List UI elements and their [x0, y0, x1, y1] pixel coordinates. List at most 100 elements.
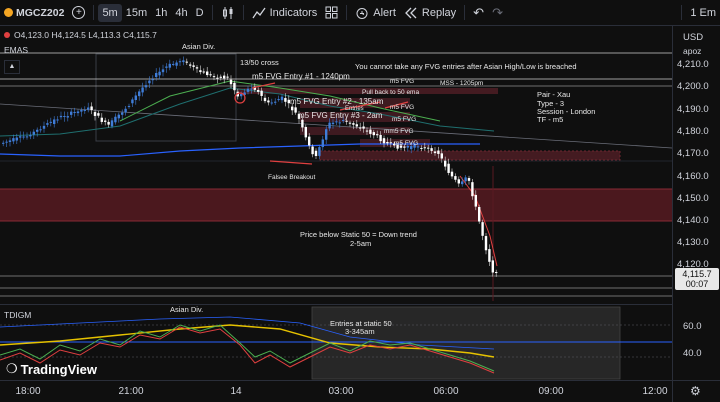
candle-body	[338, 122, 341, 124]
candle-body	[46, 123, 49, 125]
toolbar-divider	[93, 5, 95, 20]
timeframe-4h[interactable]: 4h	[171, 0, 191, 25]
ohlc-legend: O4,123.0 H4,124.5 L4,113.3 C4,115.7	[4, 30, 157, 40]
toolbar-divider	[211, 5, 213, 20]
price-tick: 4,200.0	[677, 81, 709, 92]
arrow-line	[269, 160, 313, 165]
candle-body	[195, 67, 199, 69]
candle-body	[158, 71, 161, 76]
candle-body	[365, 130, 369, 132]
candle-body	[134, 95, 137, 101]
candles-icon	[222, 6, 233, 19]
candle-body	[56, 119, 59, 121]
candle-body	[277, 99, 280, 101]
status-dot-icon	[4, 32, 10, 38]
replay-label: Replay	[421, 6, 457, 19]
emas-legend[interactable]: EMAS	[4, 45, 28, 55]
candle-body	[314, 150, 318, 157]
currency-label[interactable]: USD	[683, 32, 703, 43]
candle-body	[450, 171, 454, 177]
candle-body	[138, 91, 141, 97]
layout-button[interactable]	[321, 0, 342, 25]
chart-type-button[interactable]	[217, 0, 239, 25]
candle-body	[148, 80, 151, 84]
candle-body	[12, 138, 15, 142]
indicators-icon	[252, 7, 266, 18]
price-tick: 4,130.0	[677, 237, 709, 248]
annotation-m5fvg-e: m5 FVG	[394, 140, 419, 147]
indicators-button[interactable]: Indicators	[248, 0, 322, 25]
collapse-legend-button[interactable]: ▲	[4, 60, 20, 74]
annotation-asian-div: Asian Div.	[182, 42, 216, 51]
symbol-search[interactable]: MGCZ202	[0, 0, 68, 25]
candle-body	[87, 107, 90, 110]
annotation-pair: Pair - Xau	[537, 90, 571, 99]
annotation-warning: You cannot take any FVG entries after As…	[355, 62, 577, 71]
toolbar-divider	[464, 5, 466, 20]
fvg-box-5	[319, 150, 621, 161]
annotation-entry1: m5 FVG Entry #1 - 1240pm	[252, 72, 350, 81]
grid-icon	[325, 6, 338, 19]
tdigm-svg[interactable]	[0, 305, 672, 381]
toolbar-divider	[346, 5, 348, 20]
annotation-below50-time: 2-5am	[350, 239, 372, 248]
price-chart-pane[interactable]: EMAS ▲ O4,123.0 H4,124.5 L4,113.3 C4,115…	[0, 26, 672, 301]
timeframe-1h[interactable]: 1h	[151, 0, 171, 25]
settings-corner[interactable]: ⚙	[672, 380, 720, 402]
bar-countdown: 00:07	[685, 279, 709, 289]
last-price-badge: 4,115.7 00:07	[675, 268, 719, 290]
alert-button[interactable]: Alert	[351, 0, 400, 25]
layout-name-button[interactable]: 1 Em	[686, 0, 720, 25]
candle-body	[484, 236, 488, 251]
candle-body	[444, 160, 447, 167]
timeframe-label: D	[195, 6, 204, 19]
tdigm-legend[interactable]: TDIGM	[4, 310, 31, 320]
candle-body	[280, 96, 284, 101]
timeframe-d[interactable]: D	[192, 0, 208, 25]
candle-body	[481, 222, 484, 236]
undo-button[interactable]: ↶	[469, 0, 488, 25]
replay-button[interactable]: Replay	[400, 0, 460, 25]
price-axis[interactable]: USD apoz 4,210.0 4,200.0 4,190.0 4,180.0…	[672, 26, 720, 380]
indicator-tick: 40.0	[683, 348, 702, 359]
candle-body	[53, 119, 56, 125]
candle-body	[270, 102, 273, 104]
candle-body	[80, 109, 83, 112]
candle-body	[59, 115, 63, 118]
timeframe-5m[interactable]: 5m	[98, 3, 122, 22]
annotation-mss: MSS - 1205pm	[440, 80, 484, 87]
candle-body	[22, 136, 25, 138]
toolbar-divider	[242, 5, 244, 20]
candle-body	[216, 77, 219, 79]
tradingview-logo[interactable]: ❍ TradingView	[6, 361, 97, 377]
candle-body	[117, 114, 120, 119]
annotation-below50: Price below Static 50 = Down trend	[300, 230, 417, 239]
candle-body	[420, 147, 423, 149]
candle-body	[250, 88, 253, 90]
redo-button[interactable]: ↷	[488, 0, 507, 25]
time-axis[interactable]: 18:00 21:00 14 03:00 06:00 09:00 12:00	[0, 380, 672, 402]
candle-body	[161, 69, 165, 73]
candle-body	[73, 111, 76, 113]
candle-body	[155, 73, 158, 78]
candle-body	[5, 141, 8, 143]
tdigm-indicator-pane[interactable]: TDIGM Asian Div. Entries at static 50 3-…	[0, 304, 672, 381]
candle-body	[192, 65, 195, 67]
candle-body	[311, 146, 314, 155]
timeframe-15m[interactable]: 15m	[122, 0, 151, 25]
candle-body	[382, 138, 386, 144]
candle-body	[90, 106, 93, 111]
toolbar-divider	[681, 5, 683, 20]
compare-button[interactable]: +	[68, 0, 89, 25]
candle-body	[478, 206, 481, 222]
candle-body	[352, 123, 355, 125]
scale-label[interactable]: apoz	[683, 46, 701, 56]
candle-body	[257, 89, 260, 92]
candle-body	[335, 121, 338, 123]
candle-body	[471, 182, 474, 197]
indicator-tick: 60.0	[683, 321, 702, 332]
candle-body	[172, 63, 175, 65]
annotation-cross: 13/50 cross	[240, 58, 279, 67]
candle-body	[165, 66, 168, 68]
time-tick: 09:00	[538, 386, 564, 397]
